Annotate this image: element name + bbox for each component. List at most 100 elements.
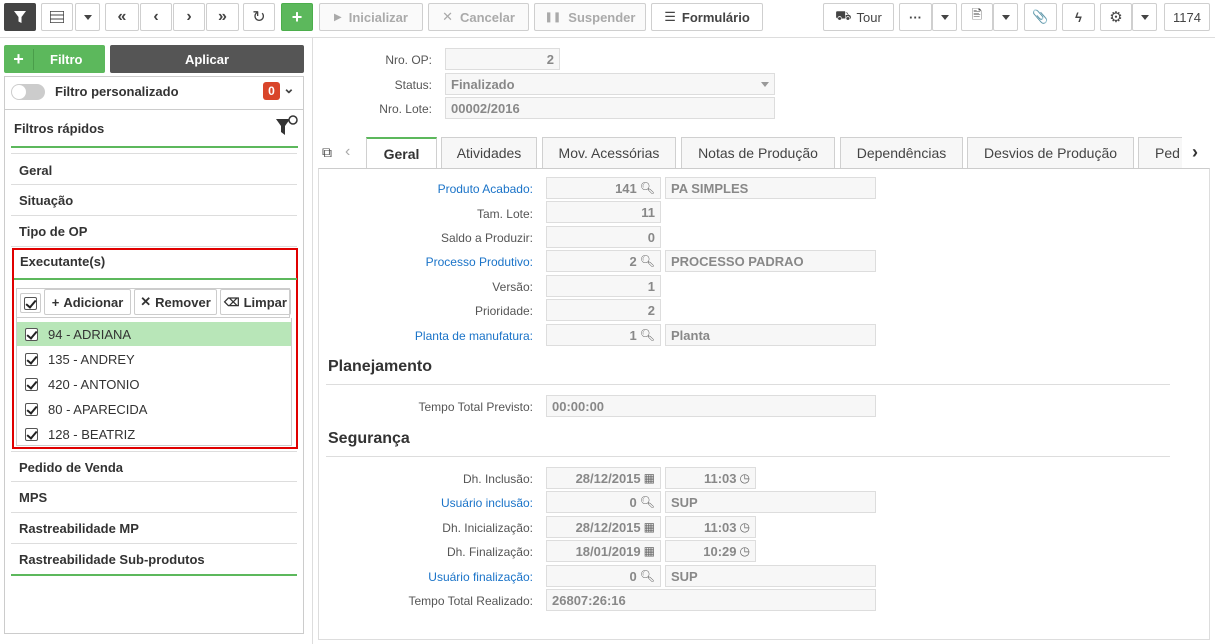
- dh-inicializacao-time-field[interactable]: 11:03 ◷: [665, 516, 756, 538]
- quick-filter-rastreabilidade-mp[interactable]: Rastreabilidade MP: [11, 513, 297, 544]
- checkbox[interactable]: [25, 377, 38, 391]
- quick-filter-pedido-venda[interactable]: Pedido de Venda: [11, 451, 297, 482]
- tab-notas-producao[interactable]: Notas de Produção: [681, 137, 835, 168]
- dh-finalizacao-date-field[interactable]: 18/01/2019 ▦: [546, 540, 661, 562]
- checkbox[interactable]: [25, 352, 38, 366]
- custom-filter-toggle[interactable]: [11, 84, 45, 100]
- usuario-inclusao-label[interactable]: Usuário inclusão:: [330, 496, 533, 510]
- nro-lote-field[interactable]: 00002/2016: [445, 97, 775, 119]
- suspender-button[interactable]: ❚❚ Suspender: [534, 3, 646, 31]
- tab-mov-acessorias[interactable]: Mov. Acessórias: [542, 137, 676, 168]
- tab-dependencias[interactable]: Dependências: [840, 137, 963, 168]
- tab-atividades[interactable]: Atividades: [441, 137, 537, 168]
- search-icon[interactable]: 🔍︎: [640, 181, 655, 195]
- calendar-icon[interactable]: ▦: [644, 520, 655, 534]
- tempo-previsto-value: 00:00:00: [552, 398, 605, 414]
- checkbox[interactable]: [25, 402, 38, 416]
- dh-inclusao-time-field[interactable]: 11:03 ◷: [665, 467, 756, 489]
- search-icon[interactable]: 🔍︎: [640, 328, 655, 342]
- dh-inicializacao-date-field[interactable]: 28/12/2015 ▦: [546, 516, 661, 538]
- status-select[interactable]: Finalizado: [445, 73, 775, 95]
- list-view-dropdown[interactable]: [75, 3, 100, 31]
- tabs-scroll-right-icon[interactable]: ›: [1192, 142, 1198, 163]
- checkbox[interactable]: [25, 427, 38, 441]
- executante-label: 420 - ANTONIO: [48, 376, 140, 392]
- produto-acabado-code-field[interactable]: 141 🔍︎: [546, 177, 661, 199]
- tab-desvios-producao[interactable]: Desvios de Produção: [967, 137, 1134, 168]
- calendar-icon[interactable]: ▦: [644, 544, 655, 558]
- executante-item[interactable]: 94 - ADRIANA: [17, 322, 291, 346]
- select-all-checkbox[interactable]: [20, 293, 41, 313]
- quick-filter-situacao[interactable]: Situação: [11, 185, 297, 216]
- clock-icon[interactable]: ◷: [740, 471, 750, 485]
- tour-button[interactable]: ⛟ Tour: [823, 3, 894, 31]
- search-icon[interactable]: 🔍︎: [640, 254, 655, 268]
- next-record-button[interactable]: ›: [173, 3, 205, 31]
- search-icon[interactable]: 🔍︎: [640, 569, 655, 583]
- apply-filter-button[interactable]: Aplicar: [110, 45, 304, 73]
- search-icon[interactable]: 🔍︎: [640, 495, 655, 509]
- clear-executantes-button[interactable]: ⌫ Limpar: [220, 289, 291, 315]
- report-button[interactable]: 🖹: [961, 3, 993, 31]
- quick-filter-tipo-op[interactable]: Tipo de OP: [11, 216, 297, 247]
- planta-label[interactable]: Planta de manufatura:: [330, 329, 533, 343]
- add-filter-button[interactable]: + Filtro: [4, 45, 105, 73]
- add-executante-button[interactable]: + Adicionar: [44, 289, 131, 315]
- quick-filter-rastreabilidade-sub[interactable]: Rastreabilidade Sub-produtos: [11, 544, 297, 576]
- formulario-button[interactable]: ☰ Formulário: [651, 3, 763, 31]
- quick-filter-mps[interactable]: MPS: [11, 482, 297, 513]
- tempo-previsto-field[interactable]: 00:00:00: [546, 395, 876, 417]
- versao-field[interactable]: 1: [546, 275, 661, 297]
- saldo-field[interactable]: 0: [546, 226, 661, 248]
- usuario-inclusao-code-field[interactable]: 0 🔍︎: [546, 491, 661, 513]
- planta-code-field[interactable]: 1 🔍︎: [546, 324, 661, 346]
- attachment-button[interactable]: 📎: [1024, 3, 1057, 31]
- nro-op-field[interactable]: 2: [445, 48, 560, 70]
- clock-icon[interactable]: ◷: [740, 544, 750, 558]
- tabs-scroll-left-icon[interactable]: ‹: [345, 143, 350, 161]
- produto-acabado-label[interactable]: Produto Acabado:: [330, 182, 533, 196]
- previous-record-button[interactable]: ‹: [140, 3, 172, 31]
- last-record-button[interactable]: »: [206, 3, 239, 31]
- actions-button[interactable]: ϟ: [1062, 3, 1095, 31]
- chevron-down-icon[interactable]: ⌄: [283, 80, 295, 97]
- dh-inclusao-date-field[interactable]: 28/12/2015 ▦: [546, 467, 661, 489]
- double-chevron-left-icon: «: [117, 8, 127, 25]
- more-actions-dropdown[interactable]: [932, 3, 957, 31]
- tempo-realizado-field[interactable]: 26807:26:16: [546, 589, 876, 611]
- refresh-button[interactable]: ↻: [243, 3, 275, 31]
- add-record-button[interactable]: +: [281, 3, 313, 31]
- inicializar-button[interactable]: ▶ Inicializar: [319, 3, 423, 31]
- copy-icon[interactable]: ⧉: [322, 144, 332, 161]
- clock-icon[interactable]: ◷: [740, 520, 750, 534]
- first-record-button[interactable]: «: [105, 3, 139, 31]
- quick-filter-geral[interactable]: Geral: [11, 153, 297, 185]
- executante-item[interactable]: 420 - ANTONIO: [17, 372, 291, 396]
- dh-finalizacao-time-field[interactable]: 10:29 ◷: [665, 540, 756, 562]
- tab-geral[interactable]: Geral: [366, 137, 437, 169]
- report-dropdown[interactable]: [993, 3, 1018, 31]
- quick-filter-executantes-label[interactable]: Executante(s): [20, 254, 105, 269]
- tab-label: Geral: [383, 146, 420, 162]
- remove-executante-button[interactable]: ✕ Remover: [134, 289, 217, 315]
- executante-item[interactable]: 128 - BEATRIZ: [17, 422, 291, 446]
- usuario-finalizacao-label[interactable]: Usuário finalização:: [330, 570, 533, 584]
- list-view-button[interactable]: [41, 3, 73, 31]
- executante-item[interactable]: 80 - APARECIDA: [17, 397, 291, 421]
- tam-lote-field[interactable]: 11: [546, 201, 661, 223]
- cancelar-button[interactable]: ✕ Cancelar: [428, 3, 529, 31]
- processo-label[interactable]: Processo Produtivo:: [330, 255, 533, 269]
- usuario-finalizacao-code-field[interactable]: 0 🔍︎: [546, 565, 661, 587]
- settings-button[interactable]: ⚙: [1100, 3, 1132, 31]
- executante-item[interactable]: 135 - ANDREY: [17, 347, 291, 371]
- prioridade-field[interactable]: 2: [546, 299, 661, 321]
- filter-toggle-button[interactable]: [4, 3, 36, 31]
- filter-settings-icon[interactable]: [275, 115, 299, 142]
- processo-code-field[interactable]: 2 🔍︎: [546, 250, 661, 272]
- more-actions-button[interactable]: ···: [899, 3, 932, 31]
- checkbox[interactable]: [25, 327, 38, 341]
- settings-dropdown[interactable]: [1132, 3, 1157, 31]
- tab-pedidos[interactable]: Ped: [1138, 137, 1182, 168]
- produto-acabado-desc: PA SIMPLES: [671, 180, 749, 196]
- calendar-icon[interactable]: ▦: [644, 471, 655, 485]
